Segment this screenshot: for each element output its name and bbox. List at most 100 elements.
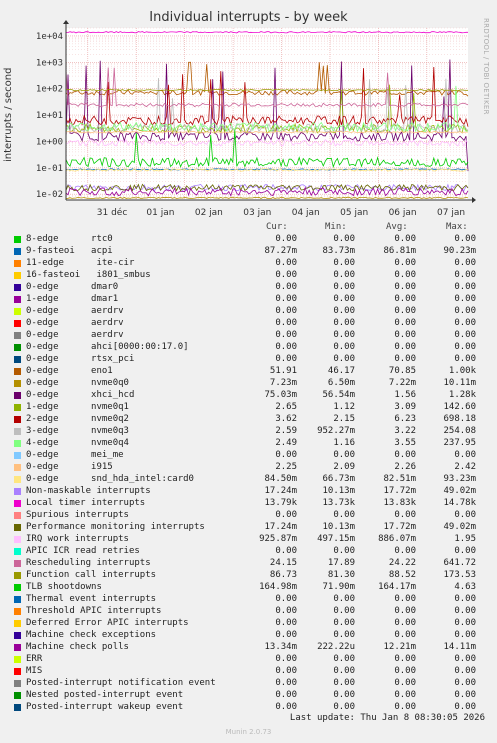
legend-series-name: Posted-interrupt notification event (26, 678, 216, 688)
y-axis-arrow (63, 20, 69, 24)
legend-swatch (14, 608, 21, 615)
y-tick-label: 1e+00 (36, 137, 63, 147)
legend-value-cur: 2.65 (275, 402, 297, 412)
legend-value-max: 2.42 (454, 462, 476, 472)
legend-series-name: 0-edge aerdrv (26, 318, 124, 328)
x-axis-arrow (472, 197, 476, 203)
legend-value-max: 698.18 (443, 414, 476, 424)
legend-value-max: 0.00 (454, 306, 476, 316)
legend-value-avg: 82.51m (383, 474, 416, 484)
legend-value-max: 10.11m (443, 378, 476, 388)
legend-value-max: 0.00 (454, 690, 476, 700)
legend-value-cur: 925.87m (259, 534, 297, 544)
legend-series-name: 0-edge i915 (26, 462, 113, 472)
legend-swatch (14, 572, 21, 579)
legend-value-cur: 0.00 (275, 690, 297, 700)
legend-value-min: 0.00 (333, 654, 355, 664)
legend-value-min: 6.50m (327, 378, 355, 388)
legend-value-cur: 0.00 (275, 234, 297, 244)
x-tick-label: 04 jan (292, 208, 320, 218)
legend-value-cur: 0.00 (275, 354, 297, 364)
legend-value-max: 0.00 (454, 342, 476, 352)
legend-value-cur: 0.00 (275, 702, 297, 712)
legend-swatch (14, 416, 21, 423)
legend-value-avg: 1.56 (394, 390, 416, 400)
legend-value-cur: 0.00 (275, 510, 297, 520)
legend-value-avg: 0.00 (394, 318, 416, 328)
legend-value-avg: 0.00 (394, 330, 416, 340)
legend-value-avg: 0.00 (394, 450, 416, 460)
legend-swatch (14, 536, 21, 543)
legend-value-avg: 88.52 (388, 570, 416, 580)
legend-swatch (14, 320, 21, 327)
legend-value-max: 1.00k (448, 366, 476, 376)
legend-series-name: Machine check polls (26, 642, 129, 652)
legend-value-max: 1.95 (454, 534, 476, 544)
legend-series-name: 0-edge ahci[0000:00:17.0] (26, 342, 189, 352)
legend-value-cur: 0.00 (275, 618, 297, 628)
legend-value-avg: 0.00 (394, 270, 416, 280)
legend-series-name: 1-edge nvme0q1 (26, 402, 129, 412)
legend-value-cur: 17.24m (264, 522, 297, 532)
legend-value-max: 90.23m (443, 246, 476, 256)
legend-value-max: 0.00 (454, 654, 476, 664)
legend-value-max: 0.00 (454, 618, 476, 628)
legend-value-max: 142.60 (443, 402, 476, 412)
legend-value-min: 10.13m (322, 486, 355, 496)
legend-value-min: 13.73k (322, 498, 355, 508)
legend-value-min: 0.00 (333, 450, 355, 460)
legend-series-name: Spurious interrupts (26, 510, 129, 520)
legend-value-min: 0.00 (333, 666, 355, 676)
legend-value-avg: 164.17m (378, 582, 416, 592)
legend-swatch (14, 428, 21, 435)
legend-value-avg: 24.22 (388, 558, 416, 568)
legend-swatch (14, 236, 21, 243)
legend-value-cur: 0.00 (275, 270, 297, 280)
legend-value-max: 14.11m (443, 642, 476, 652)
legend-swatch (14, 668, 21, 675)
legend-swatch (14, 272, 21, 279)
legend-series-name: 2-edge nvme0q2 (26, 414, 129, 424)
legend-series-name: 0-edge dmar0 (26, 282, 119, 292)
legend-value-avg: 0.00 (394, 690, 416, 700)
legend-value-max: 49.02m (443, 486, 476, 496)
legend-swatch (14, 284, 21, 291)
legend-value-min: 0.00 (333, 354, 355, 364)
y-tick-label: 1e-01 (36, 164, 63, 174)
legend-value-avg: 0.00 (394, 306, 416, 316)
legend-value-max: 0.00 (454, 594, 476, 604)
legend-value-max: 14.78k (443, 498, 476, 508)
legend-series-name: 0-edge aerdrv (26, 306, 124, 316)
legend-series-name: Rescheduling interrupts (26, 558, 151, 568)
legend-value-avg: 0.00 (394, 654, 416, 664)
legend-value-min: 10.13m (322, 522, 355, 532)
legend-value-min: 0.00 (333, 294, 355, 304)
legend-series-name: 0-edge snd_hda_intel:card0 (26, 474, 194, 484)
legend-value-min: 56.54m (322, 390, 355, 400)
plot-background (66, 28, 468, 200)
legend-value-avg: 70.85 (388, 366, 416, 376)
legend-value-min: 0.00 (333, 606, 355, 616)
legend-value-min: 83.73m (322, 246, 355, 256)
y-tick-label: 1e-02 (36, 190, 63, 200)
legend-series-name: IRQ work interrupts (26, 534, 129, 544)
legend-value-cur: 2.25 (275, 462, 297, 472)
legend-value-min: 0.00 (333, 270, 355, 280)
legend-value-cur: 0.00 (275, 546, 297, 556)
legend-header-min: Min: (325, 222, 347, 232)
legend-swatch (14, 248, 21, 255)
legend-value-avg: 0.00 (394, 594, 416, 604)
legend-value-max: 0.00 (454, 354, 476, 364)
legend-series-name: 16-fasteoi i801_smbus (26, 270, 151, 280)
legend-value-max: 93.23m (443, 474, 476, 484)
legend-value-min: 952.27m (317, 426, 355, 436)
x-tick-label: 03 jan (243, 208, 271, 218)
legend-swatch (14, 308, 21, 315)
legend-series-name: Function call interrupts (26, 570, 157, 580)
legend-swatch (14, 524, 21, 531)
legend-swatch (14, 356, 21, 363)
legend-value-min: 17.89 (327, 558, 355, 568)
legend-value-cur: 164.98m (259, 582, 297, 592)
legend-swatch (14, 344, 21, 351)
legend-value-avg: 0.00 (394, 510, 416, 520)
